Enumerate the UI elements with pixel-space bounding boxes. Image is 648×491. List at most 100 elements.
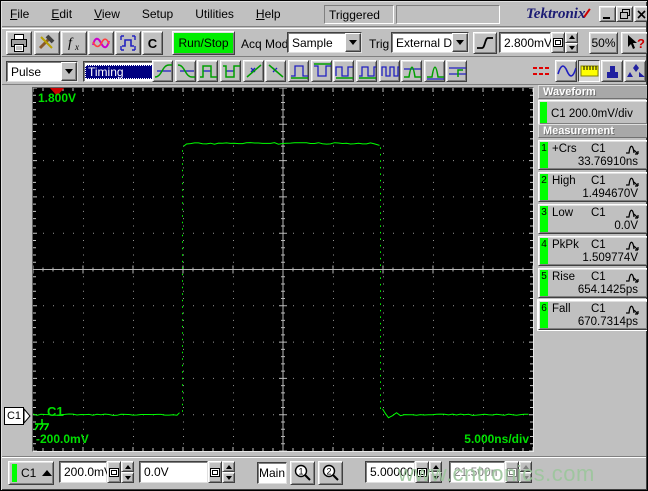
clear-button[interactable]: C — [142, 31, 163, 55]
channel-color-stripe — [12, 464, 17, 482]
measurement-type-select[interactable]: Pulse — [6, 61, 78, 82]
histogram-button[interactable] — [601, 60, 623, 82]
horizontal-scale-input[interactable]: 5.00000ns — [365, 461, 426, 483]
vertical-scale-input[interactable]: 200.0mV — [59, 461, 112, 483]
vertical-offset-input[interactable]: 0.0V — [139, 461, 208, 483]
measurement-name: Rise — [552, 271, 576, 283]
title-menu-bar: File Edit View Setup Utilities Help Trig… — [2, 2, 647, 27]
falling-slew-rate-button[interactable] — [265, 60, 286, 82]
negative-pulse-button[interactable] — [311, 60, 332, 82]
zoom-1-button[interactable]: 1 — [290, 461, 315, 485]
menu-help[interactable]: Help — [256, 7, 281, 21]
run-stop-button[interactable]: Run/Stop — [172, 31, 235, 55]
measurement-source: C1 — [591, 175, 606, 187]
menu-file[interactable]: File — [10, 7, 29, 21]
measurement-row-low[interactable]: 3 Low C1 0.0V — [538, 204, 647, 234]
pulse-source-button[interactable] — [115, 31, 141, 55]
measurement-name: Fall — [552, 303, 571, 315]
delay-button[interactable] — [446, 60, 467, 82]
spin-up-button[interactable] — [565, 32, 578, 43]
spin-up-button[interactable] — [121, 461, 134, 472]
chevron-down-icon[interactable] — [452, 33, 468, 52]
measurement-toolbar: Pulse Timing — [2, 58, 646, 85]
horizontal-position-input[interactable]: 21.500n — [449, 461, 505, 483]
measurement-row-high[interactable]: 2 High C1 1.494670V — [538, 172, 647, 202]
measurement-row-pkpk[interactable]: 4 PkPk C1 1.509774V — [538, 236, 647, 266]
keypad-button[interactable] — [208, 461, 222, 483]
measurement-name: Low — [552, 207, 574, 219]
frequency-button[interactable] — [379, 60, 400, 82]
channel-color-stripe — [540, 102, 547, 123]
positive-width-button[interactable] — [197, 60, 218, 82]
period-button[interactable] — [333, 60, 354, 82]
negative-width-icon — [223, 65, 240, 78]
readout-panel: Waveform C1 200.0mV/div Measurement 1 +Cr… — [537, 85, 647, 455]
spin-down-button[interactable] — [519, 472, 532, 483]
waveform-shape-icon — [626, 209, 639, 219]
cursors-button[interactable] — [530, 60, 552, 82]
rise-time-button[interactable] — [152, 60, 173, 82]
channel-marker-c1[interactable]: C1 — [4, 407, 31, 425]
close-button[interactable] — [634, 6, 647, 22]
keypad-button[interactable] — [415, 461, 429, 483]
spin-down-button[interactable] — [429, 472, 442, 483]
measurement-source: C1 — [591, 271, 606, 283]
spin-up-button[interactable] — [429, 461, 442, 472]
spin-up-button[interactable] — [222, 461, 235, 472]
measurement-number: 5 — [540, 270, 548, 296]
horizontal-position-stepper — [519, 461, 532, 483]
ground-reference-icon[interactable] — [34, 419, 52, 435]
minimize-button[interactable] — [599, 6, 616, 22]
acq-mode-select[interactable]: Sample — [287, 32, 362, 53]
duty-cycle-button[interactable] — [356, 60, 377, 82]
waveform-display-button[interactable] — [555, 60, 577, 82]
measurement-button[interactable] — [578, 60, 600, 82]
spin-down-button[interactable] — [222, 472, 235, 483]
keypad-button[interactable] — [107, 461, 121, 483]
spin-up-button[interactable] — [519, 461, 532, 472]
channel-select-button[interactable]: C1 — [8, 461, 54, 485]
menu-utilities[interactable]: Utilities — [195, 7, 234, 21]
fall-time-button[interactable] — [175, 60, 196, 82]
keypad-button[interactable] — [551, 32, 565, 53]
magnifier-1-icon: 1 — [294, 464, 311, 481]
positive-overshoot-button[interactable] — [401, 60, 422, 82]
spin-down-button[interactable] — [121, 472, 134, 483]
rising-slew-rate-button[interactable] — [243, 60, 264, 82]
waveform-math-button[interactable] — [88, 31, 114, 55]
math-function-button[interactable]: f x — [61, 31, 87, 55]
menu-edit[interactable]: Edit — [51, 7, 72, 21]
trigger-level-input[interactable]: 2.800mV — [499, 32, 552, 53]
cursors-icon — [533, 67, 549, 75]
spin-down-button[interactable] — [565, 42, 578, 53]
mask-button[interactable] — [624, 60, 646, 82]
waveform-channel-row[interactable]: C1 200.0mV/div — [538, 100, 647, 125]
positive-pulse-button[interactable] — [288, 60, 309, 82]
keypad-button[interactable] — [505, 461, 519, 483]
measurement-row-+crs[interactable]: 1 +Crs C1 33.76910ns — [538, 140, 647, 170]
chevron-down-icon[interactable] — [345, 33, 361, 52]
chevron-down-icon[interactable] — [61, 62, 77, 81]
main-area: C1 1.800V -200.0mV 5.000ns/div C1 Wavefo… — [2, 85, 647, 455]
waveform-display[interactable]: 1.800V -200.0mV 5.000ns/div C1 — [32, 87, 534, 452]
trigger-slope-button[interactable] — [473, 32, 497, 54]
measurement-name: High — [552, 175, 576, 187]
menu-setup[interactable]: Setup — [142, 7, 173, 21]
context-help-button[interactable]: ? — [621, 32, 647, 54]
menu-view[interactable]: View — [94, 7, 120, 21]
waveform-shape-icon — [626, 177, 639, 187]
negative-overshoot-button[interactable] — [424, 60, 445, 82]
mask-icon — [627, 64, 645, 77]
zoom-2-button[interactable]: 2 — [318, 461, 343, 485]
display-intensity-button[interactable]: 50% — [589, 32, 618, 54]
keypad-icon — [553, 38, 563, 47]
measurement-row-fall[interactable]: 6 Fall C1 670.7314ps — [537, 299, 647, 331]
trigger-source-select[interactable]: External Direct — [391, 32, 469, 53]
restore-button[interactable] — [616, 6, 633, 22]
utility-tools-button[interactable] — [34, 31, 60, 55]
channel-control-bar: C1 200.0mV 0.0V Main 1 2 5.00000ns 21.50… — [2, 456, 646, 488]
negative-width-button[interactable] — [220, 60, 241, 82]
measurement-row-rise[interactable]: 5 Rise C1 654.1425ps — [538, 268, 647, 298]
measurement-number: 2 — [540, 174, 548, 200]
print-button[interactable] — [6, 31, 32, 55]
